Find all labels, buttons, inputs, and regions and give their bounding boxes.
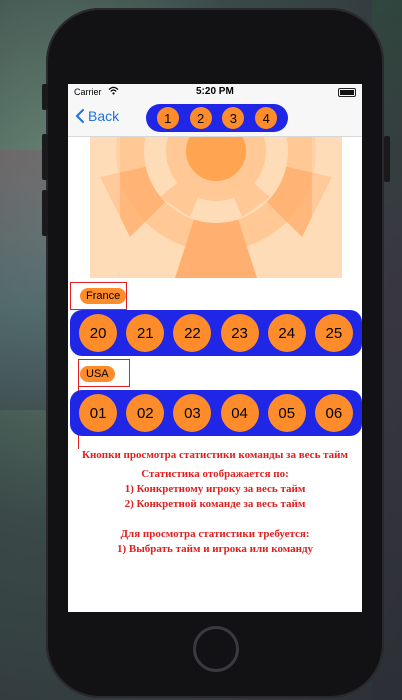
player-button[interactable]: 01: [79, 394, 118, 432]
player-button[interactable]: 24: [267, 314, 306, 352]
player-button[interactable]: 06: [314, 394, 353, 432]
wifi-icon: [108, 86, 119, 95]
player-button[interactable]: 22: [173, 314, 212, 352]
player-button[interactable]: 03: [173, 394, 212, 432]
speaker-notch: [166, 36, 248, 44]
player-button[interactable]: 04: [220, 394, 259, 432]
power-button: [384, 136, 390, 182]
mute-switch: [42, 84, 48, 110]
back-button[interactable]: Back: [74, 108, 119, 124]
half-button-1[interactable]: 1: [156, 107, 179, 129]
navigation-bar: Back 1 2 3 4: [68, 100, 362, 137]
clock-time: 5:20 PM: [196, 86, 234, 97]
player-button[interactable]: 02: [126, 394, 165, 432]
volume-down-button: [42, 190, 48, 236]
player-button[interactable]: 05: [267, 394, 306, 432]
player-button[interactable]: 20: [79, 314, 118, 352]
radial-pattern-graphic: [90, 137, 342, 278]
half-selector: 1 2 3 4: [146, 104, 288, 132]
player-button[interactable]: 23: [220, 314, 259, 352]
note-requirement-step: 1) Выбрать тайм и игрока или команду: [116, 543, 314, 555]
volume-up-button: [42, 134, 48, 180]
half-button-4[interactable]: 4: [255, 107, 278, 129]
player-button[interactable]: 25: [314, 314, 353, 352]
battery-icon: [338, 88, 356, 97]
note-stats-team: 2) Конкретной команде за весь тайм: [124, 498, 306, 510]
player-button[interactable]: 21: [126, 314, 165, 352]
chevron-left-icon: [75, 109, 84, 123]
half-button-2[interactable]: 2: [189, 107, 212, 129]
home-button-icon[interactable]: [193, 626, 239, 672]
team-row-usa: 01 02 03 04 05 06: [70, 390, 362, 436]
back-label: Back: [88, 108, 120, 124]
team-label-france[interactable]: France: [80, 288, 127, 304]
note-team-buttons: Кнопки просмотра статистики команды за в…: [81, 449, 349, 461]
status-bar: Carrier 5:20 PM: [68, 84, 362, 100]
note-stats-player: 1) Конкретному игроку за весь тайм: [124, 483, 306, 495]
team-row-france: 20 21 22 23 24 25: [70, 310, 362, 356]
team-label-usa[interactable]: USA: [80, 366, 115, 382]
app-screen: Carrier 5:20 PM Back 1 2 3 4 France 20 2…: [68, 84, 362, 612]
half-button-3[interactable]: 3: [222, 107, 245, 129]
carrier-label: Carrier: [74, 87, 102, 97]
note-stats-shown: Статистика отображается по:: [141, 468, 289, 480]
note-requirement: Для просмотра статистики требуется:: [120, 528, 310, 540]
pattern-image: [90, 137, 342, 278]
